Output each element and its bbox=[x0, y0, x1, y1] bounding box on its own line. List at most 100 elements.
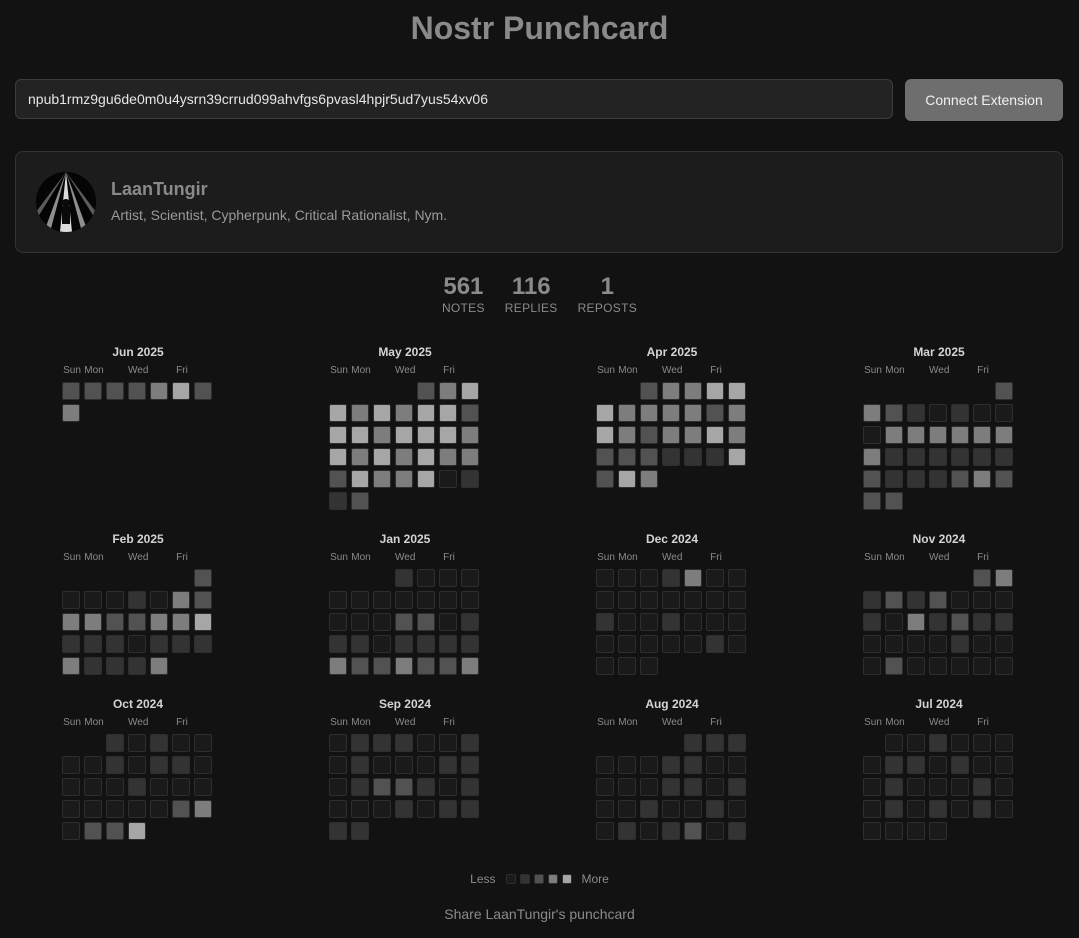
day-cell[interactable] bbox=[596, 426, 614, 444]
day-cell[interactable] bbox=[395, 800, 413, 818]
day-cell[interactable] bbox=[373, 591, 391, 609]
day-cell[interactable] bbox=[106, 613, 124, 631]
day-cell[interactable] bbox=[885, 734, 903, 752]
day-cell[interactable] bbox=[929, 591, 947, 609]
day-cell[interactable] bbox=[640, 657, 658, 675]
day-cell[interactable] bbox=[128, 613, 146, 631]
day-cell[interactable] bbox=[706, 404, 724, 422]
day-cell[interactable] bbox=[373, 800, 391, 818]
day-cell[interactable] bbox=[106, 657, 124, 675]
day-cell[interactable] bbox=[951, 734, 969, 752]
day-cell[interactable] bbox=[461, 426, 479, 444]
day-cell[interactable] bbox=[728, 822, 746, 840]
day-cell[interactable] bbox=[907, 756, 925, 774]
day-cell[interactable] bbox=[351, 822, 369, 840]
day-cell[interactable] bbox=[885, 426, 903, 444]
day-cell[interactable] bbox=[461, 448, 479, 466]
day-cell[interactable] bbox=[351, 800, 369, 818]
day-cell[interactable] bbox=[885, 448, 903, 466]
day-cell[interactable] bbox=[172, 591, 190, 609]
day-cell[interactable] bbox=[662, 591, 680, 609]
day-cell[interactable] bbox=[706, 569, 724, 587]
day-cell[interactable] bbox=[329, 492, 347, 510]
day-cell[interactable] bbox=[706, 426, 724, 444]
day-cell[interactable] bbox=[461, 404, 479, 422]
day-cell[interactable] bbox=[417, 404, 435, 422]
day-cell[interactable] bbox=[62, 800, 80, 818]
day-cell[interactable] bbox=[973, 591, 991, 609]
day-cell[interactable] bbox=[640, 613, 658, 631]
day-cell[interactable] bbox=[728, 613, 746, 631]
day-cell[interactable] bbox=[662, 613, 680, 631]
day-cell[interactable] bbox=[728, 426, 746, 444]
day-cell[interactable] bbox=[106, 800, 124, 818]
day-cell[interactable] bbox=[907, 448, 925, 466]
day-cell[interactable] bbox=[194, 569, 212, 587]
day-cell[interactable] bbox=[951, 635, 969, 653]
day-cell[interactable] bbox=[929, 734, 947, 752]
day-cell[interactable] bbox=[995, 569, 1013, 587]
day-cell[interactable] bbox=[618, 756, 636, 774]
day-cell[interactable] bbox=[728, 734, 746, 752]
day-cell[interactable] bbox=[907, 613, 925, 631]
day-cell[interactable] bbox=[929, 657, 947, 675]
day-cell[interactable] bbox=[329, 635, 347, 653]
day-cell[interactable] bbox=[417, 382, 435, 400]
day-cell[interactable] bbox=[907, 734, 925, 752]
day-cell[interactable] bbox=[885, 778, 903, 796]
day-cell[interactable] bbox=[885, 657, 903, 675]
day-cell[interactable] bbox=[417, 613, 435, 631]
day-cell[interactable] bbox=[706, 448, 724, 466]
day-cell[interactable] bbox=[395, 635, 413, 653]
day-cell[interactable] bbox=[863, 635, 881, 653]
day-cell[interactable] bbox=[951, 778, 969, 796]
day-cell[interactable] bbox=[596, 613, 614, 631]
day-cell[interactable] bbox=[973, 635, 991, 653]
day-cell[interactable] bbox=[706, 613, 724, 631]
day-cell[interactable] bbox=[929, 756, 947, 774]
day-cell[interactable] bbox=[373, 778, 391, 796]
day-cell[interactable] bbox=[351, 657, 369, 675]
day-cell[interactable] bbox=[395, 734, 413, 752]
day-cell[interactable] bbox=[150, 734, 168, 752]
day-cell[interactable] bbox=[351, 591, 369, 609]
day-cell[interactable] bbox=[128, 800, 146, 818]
day-cell[interactable] bbox=[439, 591, 457, 609]
day-cell[interactable] bbox=[618, 448, 636, 466]
day-cell[interactable] bbox=[194, 778, 212, 796]
day-cell[interactable] bbox=[863, 404, 881, 422]
day-cell[interactable] bbox=[417, 591, 435, 609]
day-cell[interactable] bbox=[417, 569, 435, 587]
day-cell[interactable] bbox=[461, 382, 479, 400]
day-cell[interactable] bbox=[728, 778, 746, 796]
day-cell[interactable] bbox=[417, 756, 435, 774]
day-cell[interactable] bbox=[618, 657, 636, 675]
day-cell[interactable] bbox=[84, 591, 102, 609]
day-cell[interactable] bbox=[351, 492, 369, 510]
day-cell[interactable] bbox=[618, 635, 636, 653]
day-cell[interactable] bbox=[907, 591, 925, 609]
day-cell[interactable] bbox=[373, 756, 391, 774]
day-cell[interactable] bbox=[885, 756, 903, 774]
day-cell[interactable] bbox=[62, 657, 80, 675]
day-cell[interactable] bbox=[395, 778, 413, 796]
day-cell[interactable] bbox=[373, 426, 391, 444]
day-cell[interactable] bbox=[907, 778, 925, 796]
day-cell[interactable] bbox=[329, 613, 347, 631]
day-cell[interactable] bbox=[684, 382, 702, 400]
day-cell[interactable] bbox=[150, 591, 168, 609]
day-cell[interactable] bbox=[106, 591, 124, 609]
day-cell[interactable] bbox=[194, 756, 212, 774]
day-cell[interactable] bbox=[395, 657, 413, 675]
day-cell[interactable] bbox=[439, 800, 457, 818]
day-cell[interactable] bbox=[640, 635, 658, 653]
day-cell[interactable] bbox=[128, 635, 146, 653]
connect-extension-button[interactable]: Connect Extension bbox=[905, 79, 1063, 121]
day-cell[interactable] bbox=[150, 613, 168, 631]
day-cell[interactable] bbox=[172, 756, 190, 774]
day-cell[interactable] bbox=[150, 382, 168, 400]
day-cell[interactable] bbox=[373, 734, 391, 752]
day-cell[interactable] bbox=[128, 382, 146, 400]
day-cell[interactable] bbox=[106, 822, 124, 840]
day-cell[interactable] bbox=[728, 448, 746, 466]
